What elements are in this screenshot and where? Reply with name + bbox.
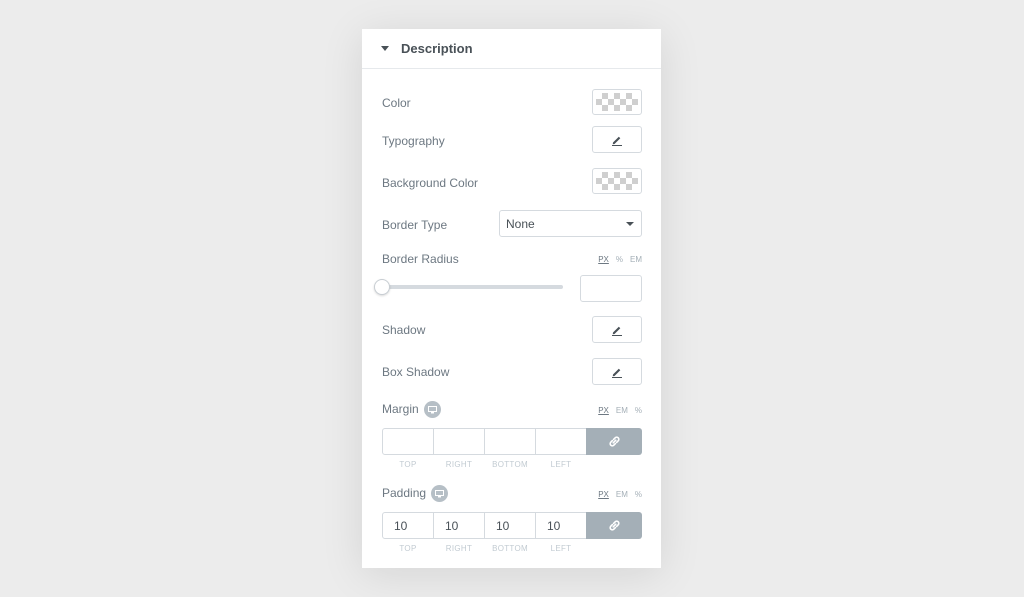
padding-right-input[interactable]: 10 <box>433 512 485 539</box>
unit-percent[interactable]: % <box>635 490 642 499</box>
style-panel: Description Color Typography Background … <box>362 29 661 568</box>
margin-top-input[interactable] <box>382 428 434 455</box>
border-type-label: Border Type <box>382 218 448 232</box>
margin-inputs <box>382 428 642 455</box>
border-radius-control: Border Radius PX % EM <box>374 252 642 302</box>
border-type-select[interactable]: None <box>499 210 642 237</box>
color-control: Color <box>382 89 642 116</box>
caret-down-icon <box>381 46 389 51</box>
shadow-edit-button[interactable] <box>592 316 642 343</box>
padding-control: Padding PX EM % 10 10 10 10 TOP RIGHT BO… <box>382 485 642 557</box>
side-label-left: LEFT <box>550 544 572 553</box>
link-icon <box>608 520 620 531</box>
unit-em[interactable]: EM <box>616 490 628 499</box>
unit-em[interactable]: EM <box>616 406 628 415</box>
color-label: Color <box>382 96 411 110</box>
border-radius-slider[interactable] <box>374 279 563 295</box>
pencil-icon <box>612 136 622 146</box>
section-header[interactable]: Description <box>362 29 661 69</box>
box-shadow-label: Box Shadow <box>382 365 450 379</box>
side-label-top: TOP <box>399 544 417 553</box>
side-label-top: TOP <box>399 460 417 469</box>
section-title: Description <box>401 41 473 56</box>
margin-units: PX EM % <box>598 406 642 415</box>
border-type-value: None <box>506 216 535 231</box>
color-picker[interactable] <box>592 89 642 115</box>
link-icon <box>608 436 620 447</box>
unit-percent[interactable]: % <box>635 406 642 415</box>
padding-link-button[interactable] <box>586 512 642 539</box>
background-color-picker[interactable] <box>592 168 642 194</box>
padding-bottom-input[interactable]: 10 <box>484 512 536 539</box>
desktop-icon[interactable] <box>424 401 441 418</box>
side-label-left: LEFT <box>550 460 572 469</box>
typography-label: Typography <box>382 134 445 148</box>
border-type-control: Border Type None <box>382 210 642 237</box>
border-radius-input[interactable] <box>580 275 642 302</box>
slider-handle[interactable] <box>374 279 390 295</box>
transparent-swatch <box>596 93 638 111</box>
background-color-control: Background Color <box>382 168 642 195</box>
pencil-icon <box>612 368 622 378</box>
margin-link-button[interactable] <box>586 428 642 455</box>
border-radius-label: Border Radius <box>382 252 459 266</box>
side-label-bottom: BOTTOM <box>492 460 528 469</box>
shadow-label: Shadow <box>382 323 426 337</box>
unit-em[interactable]: EM <box>630 255 642 264</box>
margin-label: Margin <box>382 402 419 416</box>
unit-px[interactable]: PX <box>598 406 609 415</box>
unit-px[interactable]: PX <box>598 490 609 499</box>
unit-percent[interactable]: % <box>616 255 623 264</box>
margin-side-labels: TOP RIGHT BOTTOM LEFT <box>382 460 587 469</box>
box-shadow-control: Box Shadow <box>382 358 642 385</box>
padding-left-input[interactable]: 10 <box>535 512 587 539</box>
padding-top-input[interactable]: 10 <box>382 512 434 539</box>
unit-px[interactable]: PX <box>598 255 609 264</box>
box-shadow-edit-button[interactable] <box>592 358 642 385</box>
shadow-control: Shadow <box>382 316 642 343</box>
side-label-right: RIGHT <box>445 460 473 469</box>
padding-label: Padding <box>382 486 427 500</box>
desktop-icon[interactable] <box>431 485 448 502</box>
padding-inputs: 10 10 10 10 <box>382 512 642 539</box>
padding-units: PX EM % <box>598 490 642 499</box>
margin-control: Margin PX EM % TOP RIGHT BOTTOM LEFT <box>382 401 642 473</box>
typography-control: Typography <box>382 126 642 153</box>
margin-right-input[interactable] <box>433 428 485 455</box>
typography-edit-button[interactable] <box>592 126 642 153</box>
border-radius-units: PX % EM <box>598 255 642 264</box>
chevron-down-icon <box>626 222 634 226</box>
background-color-label: Background Color <box>382 176 479 190</box>
padding-side-labels: TOP RIGHT BOTTOM LEFT <box>382 544 587 553</box>
transparent-swatch <box>596 172 638 190</box>
side-label-bottom: BOTTOM <box>492 544 528 553</box>
margin-bottom-input[interactable] <box>484 428 536 455</box>
pencil-icon <box>612 326 622 336</box>
margin-left-input[interactable] <box>535 428 587 455</box>
side-label-right: RIGHT <box>445 544 473 553</box>
